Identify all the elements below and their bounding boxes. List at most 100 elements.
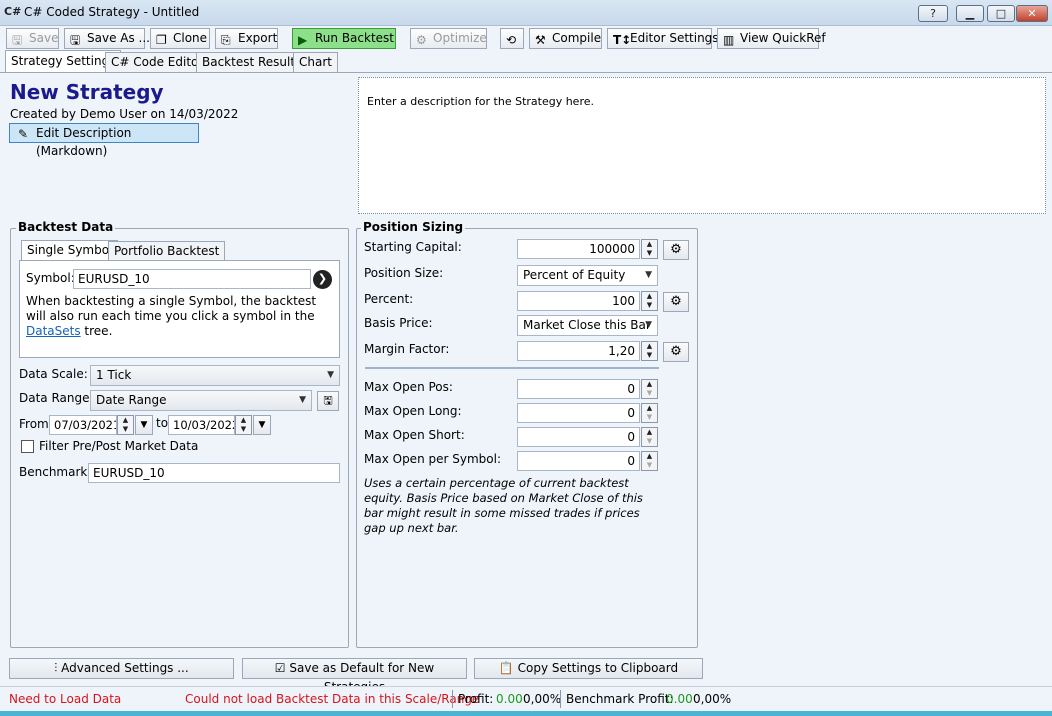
filter-market-checkbox[interactable] xyxy=(21,440,34,453)
chevron-down-icon: ▼ xyxy=(645,320,652,330)
load-error-status: Could not load Backtest Data in this Sca… xyxy=(185,692,480,706)
go-arrow-icon[interactable]: ❯ xyxy=(313,270,332,289)
margin-factor-input[interactable]: 1,20 xyxy=(517,341,640,361)
position-size-label: Position Size: xyxy=(364,266,444,280)
chevron-down-icon: ▼ xyxy=(299,395,306,405)
from-label: From xyxy=(19,417,49,431)
tab-code-editor[interactable]: C# Code Editor xyxy=(105,52,210,72)
gear-icon: ⚙ xyxy=(670,344,682,359)
description-box[interactable]: Enter a description for the Strategy her… xyxy=(358,77,1046,214)
datasets-link[interactable]: DataSets xyxy=(26,324,81,338)
clone-icon: ❐ xyxy=(156,33,167,47)
view-quickref-button[interactable]: ▥ View QuickRef xyxy=(717,28,826,49)
gear-icon: ⚙ xyxy=(670,242,682,257)
to-label: to xyxy=(156,416,169,430)
save-icon: 🖫 xyxy=(323,394,333,407)
toolbar: 🖫 Save 🖫 Save As ... ❐ Clone ⎘ Export ▶ Run B… xyxy=(0,27,1052,51)
optimize-button[interactable]: ⚙ Optimize xyxy=(410,28,487,49)
percent-input[interactable]: 100 xyxy=(517,291,640,311)
export-button[interactable]: ⎘ Export xyxy=(215,28,278,49)
margin-factor-gear-button[interactable]: ⚙ xyxy=(663,342,689,362)
max-open-long-spinner[interactable]: ▲ ▼ xyxy=(641,403,658,423)
books-icon: ▥ xyxy=(723,33,735,47)
title-bar: C# C# Coded Strategy - Untitled ? ▁ □ ✕ xyxy=(0,0,1052,26)
strategy-title: New Strategy xyxy=(10,80,164,104)
tab-chart[interactable]: Chart xyxy=(293,52,338,72)
max-open-pos-input[interactable]: 0 xyxy=(517,379,640,399)
checkbox-icon: ☑ xyxy=(274,661,286,675)
starting-capital-gear-button[interactable]: ⚙ xyxy=(663,240,689,260)
max-open-short-label: Max Open Short: xyxy=(364,428,465,442)
from-date-dropdown[interactable]: ▼ xyxy=(135,415,153,435)
margin-factor-spinner[interactable]: ▲ ▼ xyxy=(641,341,658,361)
from-date-input[interactable]: 07/03/2021 xyxy=(49,415,117,435)
text-settings-icon: T↕ xyxy=(613,33,632,47)
minimize-button[interactable]: ▁ xyxy=(956,5,984,22)
editor-settings-button[interactable]: T↕ Editor Settings xyxy=(607,28,719,49)
save-icon: 🖫 xyxy=(12,33,23,47)
maximize-button[interactable]: □ xyxy=(987,5,1015,22)
max-open-long-input[interactable]: 0 xyxy=(517,403,640,423)
tab-backtest-results[interactable]: Backtest Results xyxy=(196,52,308,72)
max-open-per-symbol-input[interactable]: 0 xyxy=(517,451,640,471)
backtest-data-label: Backtest Data xyxy=(16,220,116,234)
status-bar: Need to Load Data Could not load Backtes… xyxy=(0,686,1052,710)
to-date-input[interactable]: 10/03/2022 xyxy=(168,415,235,435)
data-range-label: Data Range: xyxy=(19,391,94,405)
advanced-settings-button[interactable]: ⫶ Advanced Settings ... xyxy=(9,658,234,679)
profit-value: 0.00 xyxy=(496,692,523,706)
compile-button[interactable]: ⚒ Compile xyxy=(529,28,602,49)
max-open-pos-spinner[interactable]: ▲ ▼ xyxy=(641,379,658,399)
max-open-short-input[interactable]: 0 xyxy=(517,427,640,447)
single-symbol-info: When backtesting a single Symbol, the ba… xyxy=(26,294,317,338)
benchmark-profit-value: 0.00 xyxy=(666,692,693,706)
created-by-label: Created by Demo User on 14/03/2022 xyxy=(10,107,239,121)
tab-single-symbol[interactable]: Single Symbol xyxy=(21,240,119,260)
compile-icon: ⚒ xyxy=(535,33,546,47)
basis-price-select[interactable]: Market Close this Bar ▼ xyxy=(517,315,658,336)
starting-capital-spinner[interactable]: ▲ ▼ xyxy=(641,239,658,259)
max-open-long-label: Max Open Long: xyxy=(364,404,462,418)
window-title: C# Coded Strategy - Untitled xyxy=(24,5,200,19)
chevron-down-icon: ▼ xyxy=(645,270,652,280)
benchmark-input[interactable]: EURUSD_10 xyxy=(88,463,340,483)
save-as-button[interactable]: 🖫 Save As ... xyxy=(64,28,150,49)
copy-settings-button[interactable]: 📋 Copy Settings to Clipboard xyxy=(474,658,703,679)
from-date-spinner[interactable]: ▲ ▼ xyxy=(117,415,134,435)
max-open-short-spinner[interactable]: ▲ ▼ xyxy=(641,427,658,447)
to-date-spinner[interactable]: ▲ ▼ xyxy=(235,415,252,435)
tab-strategy-settings[interactable]: Strategy Settings xyxy=(5,50,122,73)
tab-portfolio-backtest[interactable]: Portfolio Backtest xyxy=(108,241,226,261)
help-button[interactable]: ? xyxy=(918,5,948,22)
save-default-button[interactable]: ☑ Save as Default for New Strategies xyxy=(242,658,467,694)
run-backtest-button[interactable]: ▶ Run Backtest xyxy=(292,28,396,49)
save-button[interactable]: 🖫 Save xyxy=(6,28,59,49)
link-button[interactable]: ⟲ xyxy=(500,28,524,49)
starting-capital-input[interactable]: 100000 xyxy=(517,239,640,259)
max-open-per-symbol-spinner[interactable]: ▲ ▼ xyxy=(641,451,658,471)
max-open-pos-label: Max Open Pos: xyxy=(364,380,453,394)
symbol-input[interactable]: EURUSD_10 xyxy=(73,269,311,289)
filter-market-label: Filter Pre/Post Market Data xyxy=(39,439,199,453)
save-icon: 🖫 xyxy=(70,33,81,47)
clipboard-icon: 📋 xyxy=(498,661,514,675)
data-scale-label: Data Scale: xyxy=(19,367,88,381)
benchmark-label: Benchmark: xyxy=(19,465,92,479)
close-button[interactable]: ✕ xyxy=(1016,5,1048,22)
position-sizing-label: Position Sizing xyxy=(361,220,466,234)
link-icon: ⟲ xyxy=(506,33,517,47)
clone-button[interactable]: ❐ Clone xyxy=(150,28,210,49)
edit-description-button[interactable]: ✎ Edit Description (Markdown) xyxy=(9,123,199,158)
profit-percent: 0,00% xyxy=(523,692,562,706)
data-scale-select[interactable]: 1 Tick ▼ xyxy=(90,365,340,386)
data-range-select[interactable]: Date Range ▼ xyxy=(90,390,312,411)
percent-gear-button[interactable]: ⚙ xyxy=(663,292,689,312)
position-size-select[interactable]: Percent of Equity ▼ xyxy=(517,265,658,286)
profit-label: Profit: xyxy=(458,692,494,706)
max-open-per-symbol-label: Max Open per Symbol: xyxy=(364,452,501,466)
to-date-dropdown[interactable]: ▼ xyxy=(253,415,271,435)
edit-icon: ✎ xyxy=(18,127,29,141)
save-range-button[interactable]: 🖫 xyxy=(317,391,339,411)
percent-spinner[interactable]: ▲ ▼ xyxy=(641,291,658,311)
optimize-icon: ⚙ xyxy=(416,33,427,47)
